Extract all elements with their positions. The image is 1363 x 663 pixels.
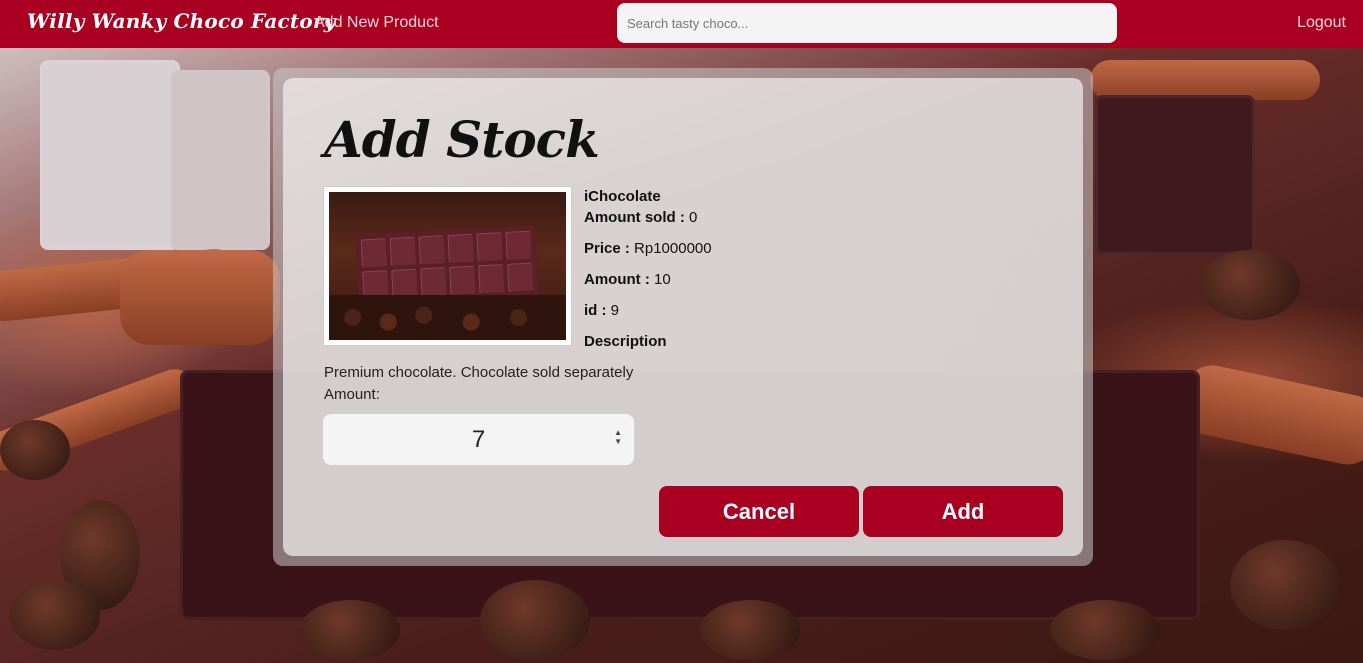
id-value: 9 (610, 302, 620, 319)
description-heading: Description (584, 333, 667, 350)
id-label: id : (584, 302, 607, 319)
amount-label: Amount : (584, 271, 650, 288)
amount-sold-label: Amount sold : (584, 209, 685, 226)
amount-sold-value: 0 (689, 209, 698, 226)
cancel-button[interactable]: Cancel (659, 486, 859, 537)
product-image (323, 186, 572, 346)
spinner-arrows-icon[interactable]: ▲ ▼ (614, 428, 622, 446)
navbar: Willy Wanky Choco Factory Add New Produc… (0, 0, 1363, 48)
price-label: Price : (584, 240, 630, 257)
product-amount: Amount : 10 (584, 271, 671, 288)
search-input[interactable] (617, 3, 1117, 43)
logout-link[interactable]: Logout (1297, 14, 1346, 32)
page-title: Add Stock (324, 110, 600, 169)
product-name: iChocolate (584, 188, 661, 205)
add-button[interactable]: Add (863, 486, 1063, 537)
product-price: Price : Rp1000000 (584, 240, 712, 257)
amount-number-input[interactable]: 7 ▲ ▼ (323, 414, 634, 465)
product-id: id : 9 (584, 302, 619, 319)
product-amount-sold: Amount sold : 0 (584, 209, 697, 226)
product-description: Premium chocolate. Chocolate sold separa… (324, 364, 634, 381)
brand-logo[interactable]: Willy Wanky Choco Factory (27, 9, 335, 33)
amount-value: 10 (654, 271, 671, 288)
amount-input-value: 7 (471, 425, 486, 453)
price-value: Rp1000000 (634, 240, 712, 257)
amount-field-label: Amount: (324, 386, 380, 403)
add-new-product-link[interactable]: Add New Product (314, 14, 439, 32)
